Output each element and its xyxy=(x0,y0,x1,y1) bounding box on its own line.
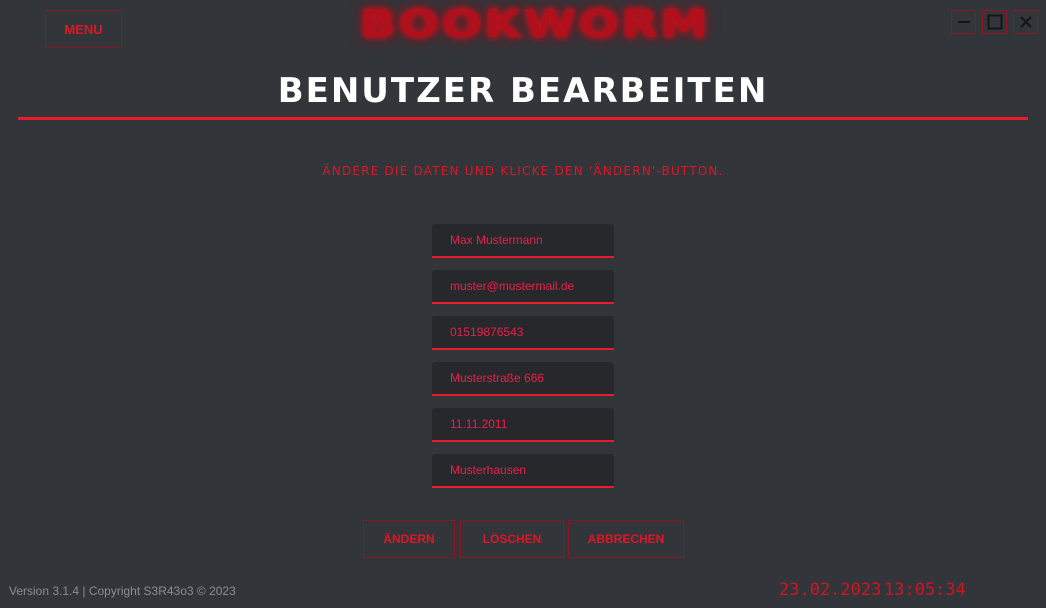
name-field[interactable]: Max Mustermann xyxy=(432,224,614,258)
window-controls xyxy=(951,10,1038,34)
page-title: BENUTZER BEARBEITEN xyxy=(277,71,769,111)
version-info: Version 3.1.4 | Copyright S3R43o3 © 2023 xyxy=(9,584,236,598)
close-button[interactable] xyxy=(1013,10,1038,34)
title-divider xyxy=(18,117,1028,120)
minimize-button[interactable] xyxy=(951,10,976,34)
city-field[interactable]: Musterhausen xyxy=(432,454,614,488)
menu-button[interactable]: MENU xyxy=(45,10,122,48)
street-field[interactable]: Musterstraße 666 xyxy=(432,362,614,396)
instruction-text: Ändere die Daten und klicke den 'Ändern'… xyxy=(322,164,724,178)
brand-logo: BOOKWORM xyxy=(359,2,711,46)
phone-field[interactable]: 01519876543 xyxy=(432,316,614,350)
maximize-icon xyxy=(987,14,1002,30)
minimize-icon xyxy=(957,21,970,23)
footer-date: 23.02.2023 xyxy=(779,580,882,600)
birthdate-field[interactable]: 11.11.2011 xyxy=(432,408,614,442)
email-field[interactable]: muster@mustermail.de xyxy=(432,270,614,304)
maximize-button[interactable] xyxy=(982,10,1007,34)
close-icon xyxy=(1019,16,1032,28)
delete-button[interactable]: LÖSCHEN xyxy=(460,520,564,558)
footer-time: 13:05:34 xyxy=(884,580,966,600)
cancel-button[interactable]: ABBRECHEN xyxy=(568,520,684,558)
change-button[interactable]: ÄNDERN xyxy=(363,520,455,558)
